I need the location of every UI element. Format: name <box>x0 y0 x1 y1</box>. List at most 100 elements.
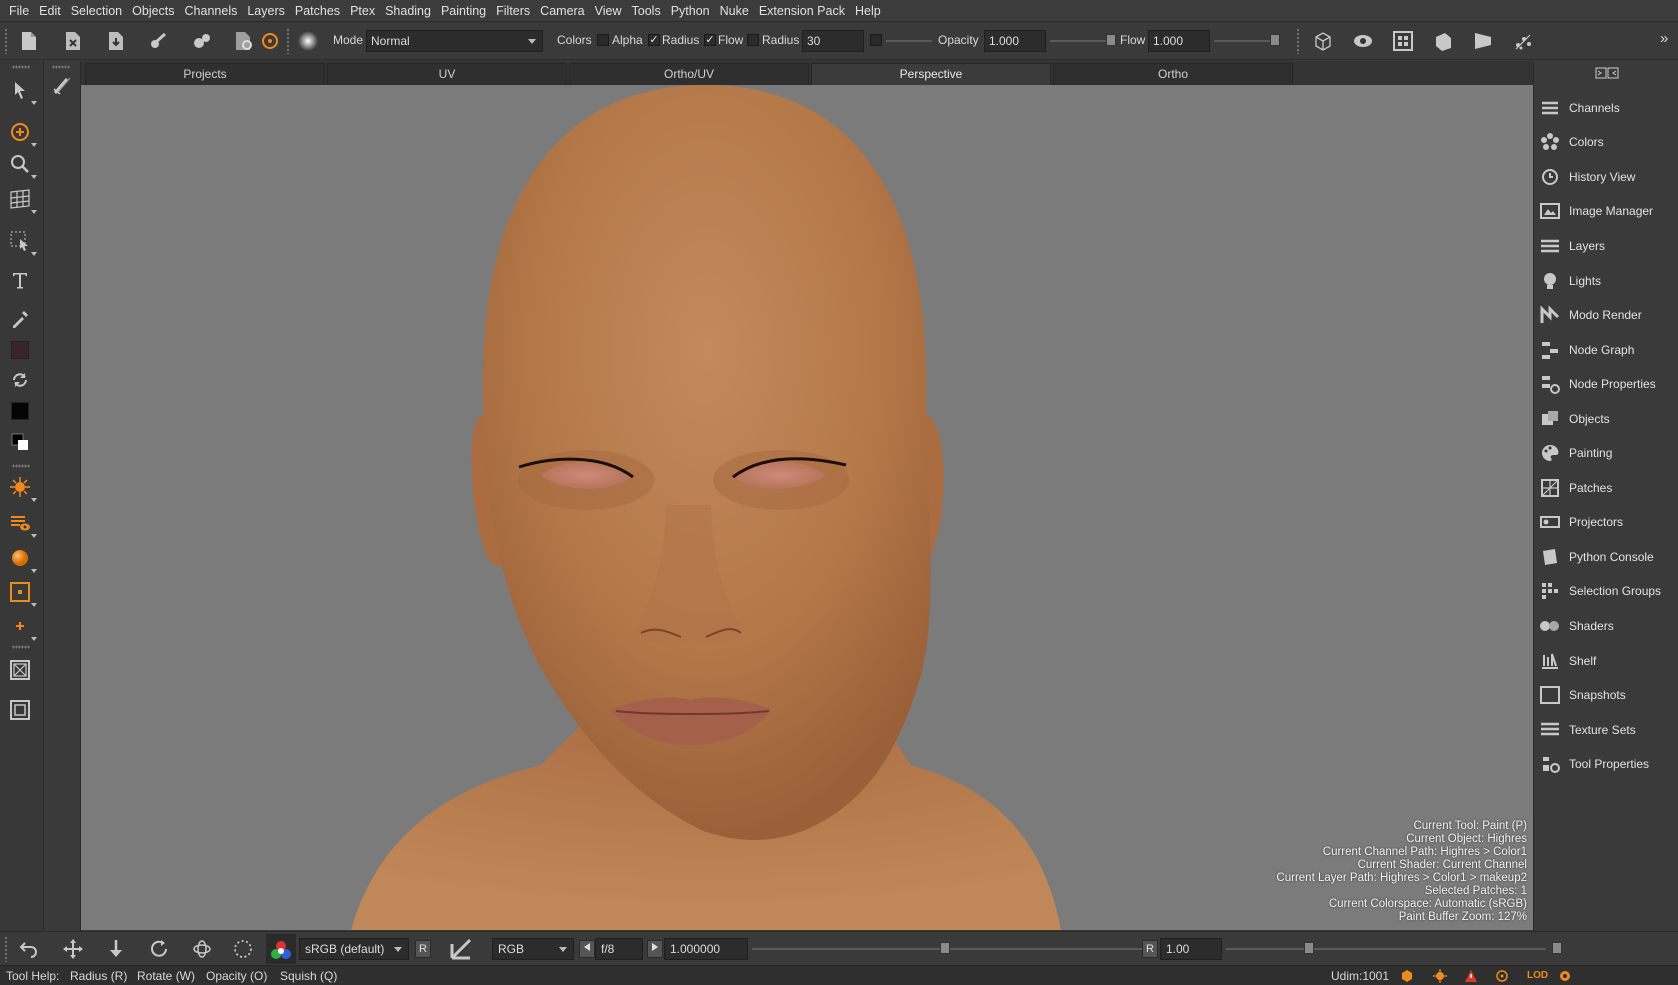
radius-input[interactable]: 30 <box>802 30 864 52</box>
visibility-toggle-button[interactable] <box>1350 28 1376 54</box>
menu-python[interactable]: Python <box>666 0 715 22</box>
lod-indicator[interactable]: LOD <box>1527 970 1548 981</box>
head-model[interactable] <box>81 85 1533 930</box>
palette-image-manager[interactable]: Image Manager <box>1534 196 1678 226</box>
transform-tool-button[interactable] <box>189 936 215 962</box>
menu-help[interactable]: Help <box>850 0 886 22</box>
alpha-checkbox[interactable] <box>597 34 609 46</box>
colorspace-reset-button[interactable]: R <box>415 940 431 958</box>
palette-modo-render[interactable]: Modo Render <box>1534 300 1678 330</box>
palette-selection-groups[interactable]: Selection Groups <box>1534 576 1678 606</box>
default-colors-button[interactable] <box>7 429 33 455</box>
perspective-viewport[interactable]: Current Tool: Paint (P) Current Object: … <box>81 85 1533 930</box>
fstop-increment-button[interactable] <box>647 940 663 958</box>
menu-painting[interactable]: Painting <box>436 0 491 22</box>
menu-shading[interactable]: Shading <box>380 0 436 22</box>
gamma-slider-handle[interactable] <box>1304 942 1314 954</box>
menu-edit[interactable]: Edit <box>34 0 66 22</box>
toolbox-grip-2[interactable] <box>12 464 30 468</box>
gamma-slider[interactable] <box>1226 948 1546 950</box>
radius-slider-lock[interactable] <box>870 34 882 46</box>
gpu-status-icon[interactable] <box>1557 968 1573 984</box>
menu-selection[interactable]: Selection <box>66 0 127 22</box>
toolbox-grip-3[interactable] <box>12 645 30 649</box>
gamma-reset-button[interactable]: R <box>1142 940 1158 958</box>
toolbar-grip-2[interactable] <box>286 28 290 54</box>
paint-through-tool[interactable] <box>49 73 75 99</box>
uv-toggle-button[interactable] <box>1510 28 1536 54</box>
close-project-button[interactable] <box>60 28 86 54</box>
palette-painting[interactable]: Painting <box>1534 438 1678 468</box>
palette-node-graph[interactable]: Node Graph <box>1534 335 1678 365</box>
menu-ptex[interactable]: Ptex <box>345 0 380 22</box>
tab-uv[interactable]: UV <box>327 63 567 85</box>
palette-colors[interactable]: Colors <box>1534 127 1678 157</box>
mask-tool[interactable] <box>7 579 37 607</box>
toolbar-grip[interactable] <box>4 28 8 54</box>
opacity-slider[interactable] <box>1050 40 1106 42</box>
toolbox-grip[interactable] <box>12 65 30 69</box>
menu-tools[interactable]: Tools <box>627 0 666 22</box>
add-point-tool[interactable] <box>7 613 37 641</box>
flow-pressure-checkbox[interactable]: ✓ <box>704 34 716 46</box>
toolbar-grip-3[interactable] <box>1296 28 1300 54</box>
palette-lights[interactable]: Lights <box>1534 266 1678 296</box>
gain-slider-handle[interactable] <box>940 942 950 954</box>
palette-shelf[interactable]: Shelf <box>1534 646 1678 676</box>
uv-grid-tool[interactable] <box>7 186 37 214</box>
menu-view[interactable]: View <box>590 0 627 22</box>
marquee-select-tool[interactable] <box>7 228 37 256</box>
menu-camera[interactable]: Camera <box>535 0 589 22</box>
radius-slider[interactable] <box>886 40 932 42</box>
rotate-tool-button[interactable] <box>146 936 172 962</box>
bottom-grip[interactable] <box>4 936 8 962</box>
zoom-tool[interactable] <box>7 151 37 179</box>
move-tool-button[interactable] <box>60 936 86 962</box>
palette-node-properties[interactable]: Node Properties <box>1534 369 1678 399</box>
gamma-input[interactable]: 1.00 <box>1160 938 1222 960</box>
color-management-button[interactable] <box>266 934 296 964</box>
new-project-button[interactable] <box>16 28 42 54</box>
foreground-color-swatch[interactable] <box>7 337 33 363</box>
gain-input[interactable]: 1.000000 <box>664 938 748 960</box>
tab-ortho-uv[interactable]: Ortho/UV <box>569 63 809 85</box>
undo-view-button[interactable] <box>16 936 42 962</box>
menu-layers[interactable]: Layers <box>242 0 290 22</box>
brush-editor-tool[interactable] <box>7 474 37 502</box>
mode-dropdown[interactable]: Normal <box>366 30 543 52</box>
gamma-slider-end[interactable] <box>1552 942 1562 954</box>
tab-perspective[interactable]: Perspective <box>811 63 1051 85</box>
eyedropper-tool[interactable] <box>7 306 33 332</box>
paint-brush-status-icon[interactable] <box>1432 968 1448 984</box>
drop-tool-button[interactable] <box>103 936 129 962</box>
swap-colors-button[interactable] <box>7 367 33 393</box>
text-tool[interactable] <box>7 267 33 293</box>
layer-visibility-tool[interactable] <box>7 510 37 538</box>
hexagon-status-icon[interactable] <box>1399 968 1415 984</box>
palette-projectors[interactable]: Projectors <box>1534 507 1678 537</box>
lasso-tool-button[interactable] <box>230 936 256 962</box>
shader-ball-tool[interactable] <box>7 545 37 573</box>
palette-shaders[interactable]: Shaders <box>1534 611 1678 641</box>
settings-button[interactable] <box>232 28 258 54</box>
palette-texture-sets[interactable]: Texture Sets <box>1534 715 1678 745</box>
brush-preview-button[interactable] <box>295 28 321 54</box>
background-color-swatch[interactable] <box>7 398 33 424</box>
colorspace-dropdown[interactable]: sRGB (default) <box>299 938 409 960</box>
radius-pressure-checkbox[interactable]: ✓ <box>648 34 660 46</box>
save-project-button[interactable] <box>103 28 129 54</box>
palette-objects[interactable]: Objects <box>1534 404 1678 434</box>
channel-dropdown[interactable]: RGB <box>492 938 574 960</box>
menu-extension-pack[interactable]: Extension Pack <box>754 0 850 22</box>
opacity-slider-handle[interactable] <box>1106 34 1116 46</box>
warning-icon[interactable] <box>1463 968 1479 984</box>
select-tool[interactable] <box>7 77 37 105</box>
palette-history-view[interactable]: History View <box>1534 162 1678 192</box>
flow-input[interactable]: 1.000 <box>1148 30 1210 52</box>
fstop-decrement-button[interactable] <box>579 940 595 958</box>
menu-patches[interactable]: Patches <box>290 0 345 22</box>
palette-snapshots[interactable]: Snapshots <box>1534 680 1678 710</box>
paint-target-button[interactable] <box>257 28 283 54</box>
wireframe-toggle-button[interactable] <box>1310 28 1336 54</box>
patches-toggle-button[interactable] <box>1390 28 1416 54</box>
